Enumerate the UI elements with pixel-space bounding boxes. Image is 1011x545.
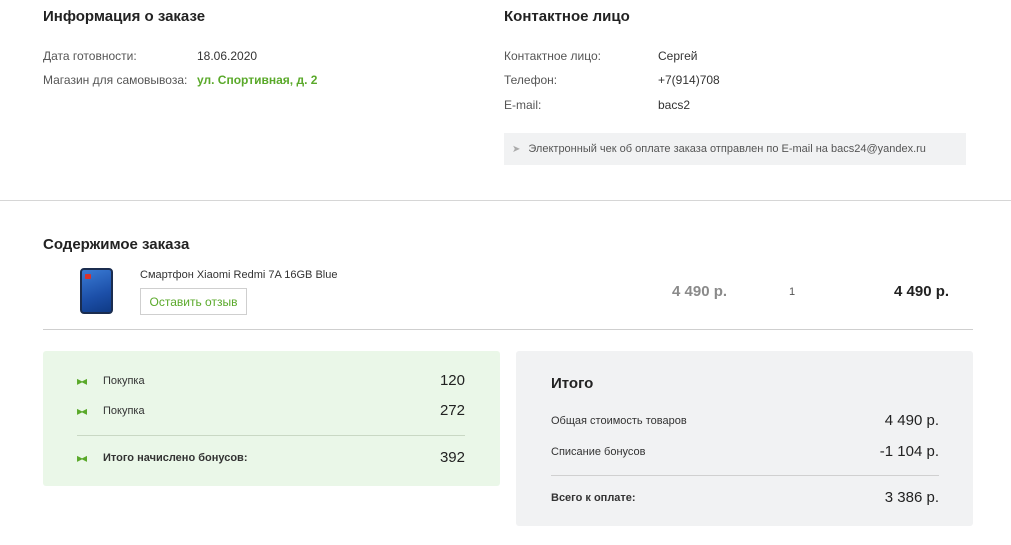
bonus-arrow-icon: ▸◂	[77, 403, 87, 418]
items-divider	[43, 329, 973, 330]
summary-total-row: Всего к оплате: 3 386 р.	[551, 489, 939, 506]
product-name-link[interactable]: Смартфон Xiaomi Redmi 7A 16GB Blue	[140, 269, 337, 281]
receipt-notice-text: Электронный чек об оплате заказа отправл…	[528, 143, 926, 155]
contact-email-value: bacs2	[658, 98, 691, 112]
item-total-price: 4 490 р.	[894, 283, 950, 300]
bonus-total-value: 392	[439, 449, 465, 466]
bonus-row: ▸◂ Покупка 272	[77, 402, 465, 419]
summary-bonus-writeoff-row: Списание бонусов -1 104 р.	[551, 443, 939, 460]
order-contents-title: Содержимое заказа	[43, 236, 190, 253]
product-image[interactable]	[80, 268, 113, 314]
contact-title: Контактное лицо	[504, 8, 630, 25]
summary-goods-label: Общая стоимость товаров	[551, 414, 687, 427]
bonus-arrow-icon: ▸◂	[77, 450, 87, 465]
order-info-title: Информация о заказе	[43, 8, 206, 25]
summary-title: Итого	[551, 375, 594, 392]
summary-bonus-writeoff-label: Списание бонусов	[551, 445, 646, 458]
bonus-total-label: Итого начислено бонусов:	[103, 451, 248, 464]
section-divider	[0, 200, 1011, 201]
bonus-arrow-icon: ▸◂	[77, 373, 87, 388]
summary-divider	[551, 475, 939, 476]
contact-phone-value: +7(914)708	[658, 73, 720, 87]
contact-phone-label: Телефон:	[504, 73, 558, 87]
leave-review-button[interactable]: Оставить отзыв	[140, 288, 247, 315]
receipt-notice: ➤ Электронный чек об оплате заказа отпра…	[504, 133, 966, 165]
bonus-row-value: 272	[439, 402, 465, 419]
order-summary-panel: Итого Общая стоимость товаров 4 490 р. С…	[516, 351, 973, 526]
summary-total-value: 3 386 р.	[884, 489, 939, 506]
pickup-store-label: Магазин для самовывоза:	[43, 73, 188, 87]
summary-total-label: Всего к оплате:	[551, 491, 636, 504]
pickup-store-link[interactable]: ул. Спортивная, д. 2	[197, 73, 317, 87]
contact-name-value: Сергей	[658, 49, 698, 63]
ready-date-value: 18.06.2020	[197, 49, 258, 63]
summary-bonus-writeoff-value: -1 104 р.	[879, 443, 939, 460]
bonus-row-label: Покупка	[103, 404, 145, 417]
contact-name-label: Контактное лицо:	[504, 49, 601, 63]
arrow-right-icon: ➤	[512, 143, 521, 155]
item-quantity: 1	[789, 286, 796, 298]
bonus-row-label: Покупка	[103, 374, 145, 387]
bonus-row: ▸◂ Покупка 120	[77, 372, 465, 389]
summary-goods-row: Общая стоимость товаров 4 490 р.	[551, 412, 939, 429]
bonus-total-row: ▸◂ Итого начислено бонусов: 392	[77, 449, 465, 466]
bonus-divider	[77, 435, 465, 436]
summary-goods-value: 4 490 р.	[884, 412, 939, 429]
bonus-row-value: 120	[439, 372, 465, 389]
bonus-panel: ▸◂ Покупка 120 ▸◂ Покупка 272 ▸◂ Итого н…	[43, 351, 500, 486]
item-unit-price: 4 490 р.	[672, 283, 728, 300]
contact-email-label: E-mail:	[504, 98, 542, 112]
ready-date-label: Дата готовности:	[43, 49, 137, 63]
